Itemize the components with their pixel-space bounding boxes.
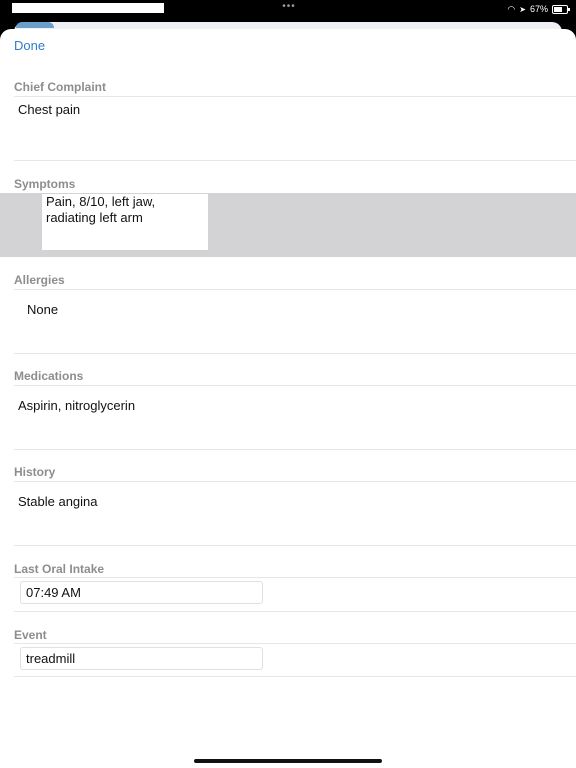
medications-field[interactable]: Aspirin, nitroglycerin — [18, 398, 135, 414]
symptoms-header: Symptoms — [14, 177, 76, 191]
divider — [14, 611, 576, 612]
multitasking-dots-icon[interactable]: ••• — [278, 1, 300, 15]
event-input[interactable]: treadmill — [20, 647, 263, 670]
chief-complaint-field[interactable]: Chest pain — [18, 102, 80, 118]
last-oral-intake-header: Last Oral Intake — [14, 562, 105, 576]
allergies-field[interactable]: None — [27, 302, 58, 318]
history-field[interactable]: Stable angina — [18, 494, 98, 510]
home-indicator[interactable] — [194, 759, 382, 763]
battery-nub — [568, 7, 570, 11]
last-oral-intake-time-input[interactable]: 07:49 AM — [20, 581, 263, 604]
status-bar: ••• ◠ ➤ 67% — [0, 0, 576, 22]
divider — [14, 676, 576, 677]
divider — [14, 577, 576, 578]
sample-history-sheet: Done Chief Complaint Chest pain Symptoms… — [0, 29, 576, 768]
wifi-icon: ◠ — [507, 3, 516, 14]
divider — [14, 385, 576, 386]
location-arrow-icon: ➤ — [519, 4, 526, 14]
divider — [14, 481, 576, 482]
divider — [14, 96, 576, 97]
background-sheet-accent — [16, 22, 54, 28]
divider — [14, 545, 576, 546]
event-input-value: treadmill — [26, 651, 76, 666]
history-header: History — [14, 465, 56, 479]
divider — [14, 449, 576, 450]
symptoms-field[interactable]: Pain, 8/10, left jaw, radiating left arm — [42, 194, 208, 250]
symptoms-field-text: Pain, 8/10, left jaw, radiating left arm — [46, 194, 156, 225]
battery-percentage: 67% — [529, 4, 548, 14]
divider — [14, 353, 576, 354]
done-button[interactable]: Done — [14, 38, 45, 53]
battery-fill — [554, 6, 563, 12]
divider — [14, 160, 576, 161]
status-right-group: ◠ ➤ 67% — [507, 2, 570, 16]
last-oral-intake-time-value: 07:49 AM — [26, 585, 81, 600]
medications-header: Medications — [14, 369, 84, 383]
allergies-header: Allergies — [14, 273, 65, 287]
battery-icon — [552, 4, 570, 14]
divider — [14, 289, 576, 290]
event-header: Event — [14, 628, 47, 642]
divider — [14, 643, 576, 644]
chief-complaint-header: Chief Complaint — [14, 80, 106, 94]
status-left-placeholder — [12, 3, 164, 13]
